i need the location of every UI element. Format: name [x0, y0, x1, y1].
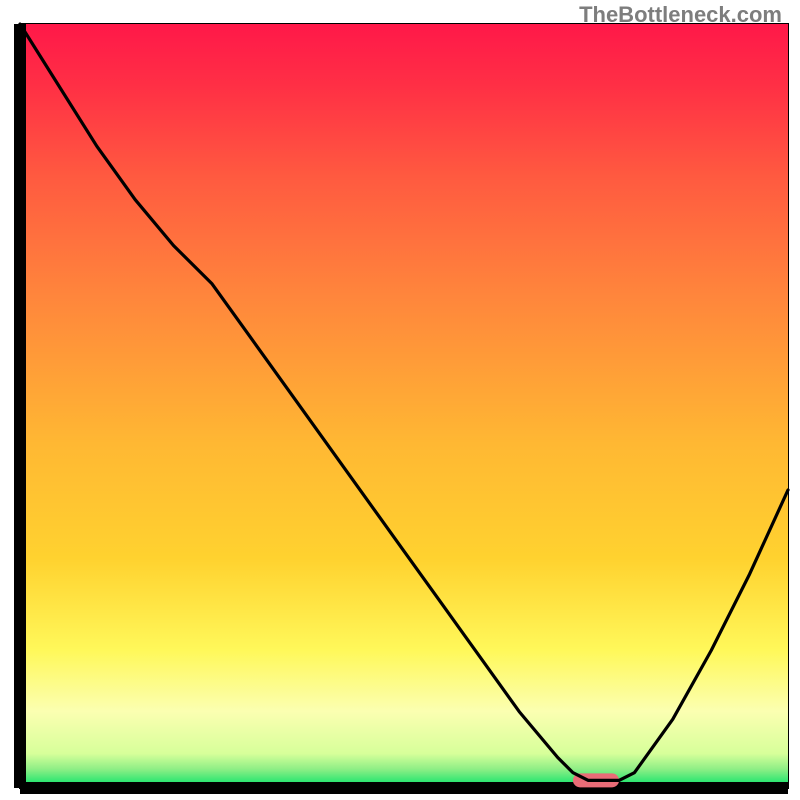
- bottleneck-chart: TheBottleneck.com: [0, 0, 800, 800]
- chart-canvas: [0, 0, 800, 800]
- watermark-label: TheBottleneck.com: [579, 2, 782, 28]
